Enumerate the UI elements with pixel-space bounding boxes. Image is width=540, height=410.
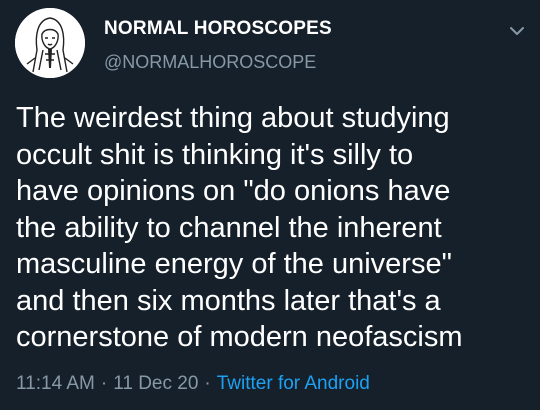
tweet-meta: 11:14 AM · 11 Dec 20 · Twitter for Android <box>16 373 370 395</box>
tweet-time[interactable]: 11:14 AM <box>16 373 95 394</box>
tweet-date[interactable]: 11 Dec 20 <box>113 373 198 394</box>
tweet-source-link[interactable]: Twitter for Android <box>217 373 370 394</box>
user-handle[interactable]: @NORMALHOROSCOPE <box>104 52 316 73</box>
tweet: NORMAL HOROSCOPES @NORMALHOROSCOPE The w… <box>0 0 540 410</box>
avatar[interactable] <box>15 8 85 78</box>
separator: · <box>100 373 108 394</box>
separator: · <box>204 373 211 394</box>
chevron-down-icon[interactable] <box>506 20 528 42</box>
display-name[interactable]: NORMAL HOROSCOPES <box>104 18 332 40</box>
tweet-text: The weirdest thing about studying occult… <box>16 102 463 353</box>
